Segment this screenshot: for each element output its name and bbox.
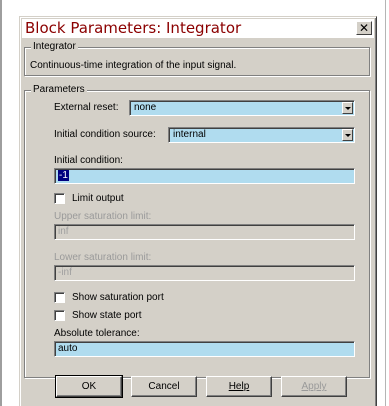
lower-saturation-value: -inf (58, 267, 72, 278)
lower-saturation-field: -inf (54, 265, 355, 281)
chevron-down-icon[interactable] (342, 102, 353, 114)
cancel-button[interactable]: Cancel (131, 376, 197, 397)
show-state-port-checkbox[interactable] (54, 310, 65, 321)
upper-saturation-field: inf (54, 224, 355, 240)
initial-condition-label: Initial condition: (54, 155, 123, 166)
block-description: Continuous-time integration of the input… (30, 60, 237, 71)
ic-source-value: internal (173, 129, 206, 140)
background-frame-left (0, 0, 2, 406)
title-bar[interactable]: Block Parameters: Integrator ✕ (22, 19, 374, 38)
help-button-label: Help (228, 381, 250, 392)
ok-button[interactable]: OK (55, 375, 123, 398)
initial-condition-field[interactable]: -1 (54, 168, 355, 184)
absolute-tolerance-label: Absolute tolerance: (54, 328, 140, 339)
upper-saturation-label: Upper saturation limit: (54, 211, 152, 222)
chevron-down-icon[interactable] (342, 129, 353, 141)
window-title: Block Parameters: Integrator (25, 19, 242, 37)
ic-source-select[interactable]: internal (168, 127, 355, 143)
limit-output-label: Limit output (72, 193, 124, 204)
show-saturation-port-label: Show saturation port (72, 292, 164, 303)
close-icon: ✕ (358, 21, 370, 35)
background-frame-right (385, 0, 386, 406)
help-button[interactable]: Help (206, 376, 272, 397)
show-state-port-label: Show state port (72, 310, 142, 321)
initial-condition-value: -1 (58, 170, 69, 181)
parameters-group: Parameters External reset: none Initial … (24, 84, 370, 378)
apply-button: Apply (281, 376, 347, 397)
show-saturation-port-checkbox[interactable] (54, 292, 65, 303)
lower-saturation-label: Lower saturation limit: (54, 252, 152, 263)
absolute-tolerance-value: auto (58, 343, 78, 354)
block-description-group: Integrator Continuous-time integration o… (24, 41, 370, 76)
absolute-tolerance-field[interactable]: auto (54, 341, 355, 357)
block-parameters-dialog: Block Parameters: Integrator ✕ Integrato… (19, 16, 377, 406)
close-button[interactable]: ✕ (356, 21, 372, 35)
apply-button-label: Apply (301, 381, 327, 392)
upper-saturation-value: inf (58, 226, 69, 237)
ic-source-label: Initial condition source: (54, 129, 156, 140)
external-reset-value: none (134, 102, 157, 113)
external-reset-select[interactable]: none (129, 100, 355, 116)
external-reset-label: External reset: (54, 102, 119, 113)
parameters-group-label: Parameters (31, 84, 87, 96)
block-group-label: Integrator (31, 41, 78, 53)
limit-output-checkbox[interactable] (54, 193, 65, 204)
